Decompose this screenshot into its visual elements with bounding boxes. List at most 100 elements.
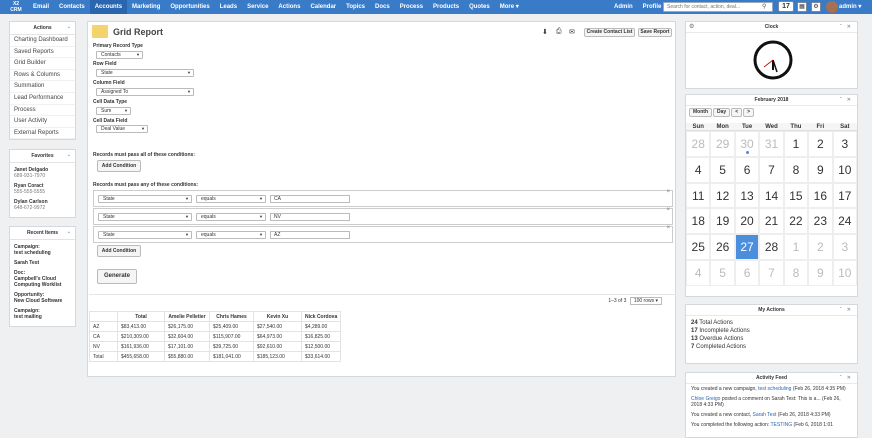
- calendar-day[interactable]: 29: [710, 131, 735, 157]
- calendar-day[interactable]: 6: [734, 156, 760, 183]
- calendar-day[interactable]: 26: [710, 234, 735, 260]
- calendar-day[interactable]: 5: [710, 259, 735, 286]
- column-field-select[interactable]: Assigned To ▼: [96, 88, 194, 96]
- calendar-day[interactable]: 28: [686, 131, 711, 157]
- add-condition-button[interactable]: Add Condition: [97, 160, 141, 172]
- calendar-day[interactable]: 28: [759, 234, 784, 260]
- calendar-view-next[interactable]: >: [743, 108, 755, 117]
- search-icon[interactable]: ⚲: [762, 3, 766, 10]
- nav-item-service[interactable]: Service: [242, 0, 273, 14]
- my-action-item[interactable]: 24 Total Actions: [686, 319, 857, 327]
- condition-operator-select[interactable]: equals ▼: [196, 231, 266, 239]
- nav-item-email[interactable]: Email: [28, 0, 54, 14]
- condition-operator-select[interactable]: equals ▼: [196, 213, 266, 221]
- calendar-view-day[interactable]: Day: [713, 108, 731, 117]
- sidebar-item-external-reports[interactable]: External Reports: [10, 128, 75, 140]
- calendar-day[interactable]: 15: [783, 182, 809, 209]
- nav-item-opportunities[interactable]: Opportunities: [165, 0, 214, 14]
- row-field-select[interactable]: State ▼: [96, 69, 194, 77]
- recent-item[interactable]: Campaign: test scheduling: [10, 242, 75, 258]
- nav-item-accounts[interactable]: Accounts: [89, 0, 128, 14]
- sidebar-item-lead-performance[interactable]: Lead Performance: [10, 93, 75, 105]
- my-action-item[interactable]: 17 Incomplete Actions: [686, 327, 857, 335]
- notifications-badge[interactable]: 17: [778, 1, 794, 12]
- nav-item-quotes[interactable]: Quotes: [464, 0, 495, 14]
- calendar-day[interactable]: 14: [759, 182, 784, 209]
- nav-item-admin[interactable]: Admin: [609, 0, 638, 14]
- sidebar-item-summation[interactable]: Summation: [10, 81, 75, 93]
- gear-icon[interactable]: ⚙: [811, 2, 821, 12]
- calendar-day[interactable]: 5: [710, 156, 735, 183]
- calendar-day[interactable]: 2: [808, 234, 833, 260]
- calendar-day[interactable]: 1: [783, 234, 809, 260]
- column-header[interactable]: Total: [117, 311, 165, 322]
- nav-item-marketing[interactable]: Marketing: [127, 0, 165, 14]
- calendar-day[interactable]: 7: [759, 156, 784, 183]
- feed-link[interactable]: Sarah Test: [753, 412, 777, 418]
- avatar[interactable]: [826, 1, 838, 13]
- calendar-day[interactable]: 7: [759, 259, 784, 286]
- primary-record-select[interactable]: Contacts ▼: [96, 51, 143, 59]
- calendar-day[interactable]: 11: [686, 182, 711, 209]
- column-header[interactable]: Amelie Pelletier: [164, 311, 210, 322]
- widget-controls-icon[interactable]: ˆ ✕: [840, 24, 853, 30]
- nav-item-products[interactable]: Products: [428, 0, 464, 14]
- calendar-day[interactable]: 4: [686, 259, 711, 286]
- remove-condition-icon[interactable]: ×: [666, 207, 670, 213]
- print-icon[interactable]: ⎙: [556, 28, 562, 36]
- column-header[interactable]: [89, 311, 118, 322]
- search-input[interactable]: [663, 2, 773, 12]
- cell-data-field-select[interactable]: Deal Value ▼: [96, 125, 148, 133]
- calendar-day[interactable]: 8: [783, 156, 809, 183]
- calendar-day[interactable]: 2: [808, 131, 833, 157]
- nav-item-calendar[interactable]: Calendar: [305, 0, 341, 14]
- column-header[interactable]: Kevin Xu: [253, 311, 302, 322]
- condition-field-select[interactable]: State ▼: [98, 231, 192, 239]
- recent-item-name[interactable]: Sarah Test: [14, 260, 39, 266]
- calendar-day[interactable]: 9: [808, 259, 833, 286]
- rows-per-page-select[interactable]: 100 rows ▾: [629, 297, 662, 305]
- calendar-day[interactable]: 24: [832, 208, 857, 235]
- calendar-view-prev[interactable]: <: [731, 108, 743, 117]
- remove-condition-icon[interactable]: ×: [666, 225, 670, 231]
- calendar-day[interactable]: 13: [734, 182, 760, 209]
- widget-controls-icon[interactable]: ˆ ✕: [840, 375, 853, 381]
- sidebar-item-user-activity[interactable]: User Activity: [10, 116, 75, 128]
- save-report-button[interactable]: Save Report: [638, 28, 672, 37]
- calendar-day[interactable]: 22: [783, 208, 809, 235]
- nav-item-docs[interactable]: Docs: [370, 0, 395, 14]
- calendar-day[interactable]: 9: [808, 156, 833, 183]
- widget-controls-icon[interactable]: ˆ ✕: [840, 307, 853, 313]
- nav-item-actions[interactable]: Actions: [273, 0, 305, 14]
- cell-data-type-select[interactable]: Sum ▼: [96, 107, 131, 115]
- export-icon[interactable]: ⬇: [542, 28, 548, 36]
- feed-link[interactable]: TESTING: [771, 422, 793, 428]
- calendar-day[interactable]: 27: [734, 234, 760, 260]
- column-header[interactable]: Chris Hames: [209, 311, 254, 322]
- calendar-day[interactable]: 10: [832, 259, 857, 286]
- user-menu[interactable]: admin ▾: [839, 0, 861, 14]
- nav-item-more[interactable]: More ▾: [495, 0, 524, 14]
- recent-item[interactable]: Campaign: test mailing: [10, 306, 75, 322]
- calendar-day[interactable]: 20: [734, 208, 760, 235]
- sidebar-item-grid-builder[interactable]: Grid Builder: [10, 58, 75, 70]
- calendar-day[interactable]: 23: [808, 208, 833, 235]
- calendar-day[interactable]: 16: [808, 182, 833, 209]
- condition-field-select[interactable]: State ▼: [98, 213, 192, 221]
- recent-item[interactable]: Sarah Test: [10, 258, 75, 268]
- calendar-day[interactable]: 6: [734, 259, 760, 286]
- calendar-day[interactable]: 8: [783, 259, 809, 286]
- nav-item-topics[interactable]: Topics: [341, 0, 370, 14]
- recent-item-name[interactable]: test mailing: [14, 314, 42, 320]
- collapse-icon[interactable]: ⌄: [67, 152, 71, 158]
- calendar-day[interactable]: 19: [710, 208, 735, 235]
- calendar-day[interactable]: 31: [759, 131, 784, 157]
- favorite-item[interactable]: Dylan Carlson 648-672-9972: [10, 197, 75, 213]
- calendar-day[interactable]: 1: [783, 131, 809, 157]
- calendar-day[interactable]: 10: [832, 156, 857, 183]
- sidebar-item-rows-columns[interactable]: Rows & Columns: [10, 70, 75, 82]
- calendar-day[interactable]: 3: [832, 234, 857, 260]
- condition-operator-select[interactable]: equals ▼: [196, 195, 266, 203]
- recent-item[interactable]: Opportunity: New Cloud Software: [10, 290, 75, 306]
- widget-controls-icon[interactable]: ˆ ✕: [840, 97, 853, 103]
